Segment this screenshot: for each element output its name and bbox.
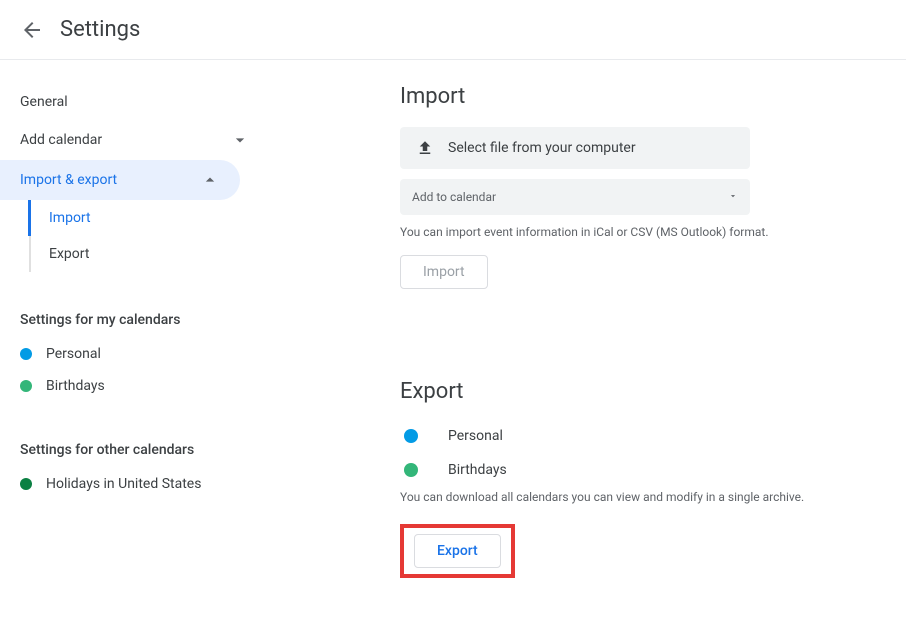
sidebar-sub-import[interactable]: Import — [28, 200, 280, 236]
import-button[interactable]: Import — [400, 255, 488, 289]
calendar-label: Personal — [46, 346, 101, 362]
header: Settings — [0, 0, 906, 60]
sidebar-calendar-holidays[interactable]: Holidays in United States — [20, 468, 280, 500]
calendar-dot-icon — [20, 380, 32, 392]
sidebar-sub-label: Export — [49, 246, 89, 262]
export-help-text: You can download all calendars you can v… — [400, 490, 866, 504]
sidebar-calendar-personal[interactable]: Personal — [20, 338, 280, 370]
calendar-label: Personal — [448, 428, 503, 444]
chevron-up-icon — [200, 170, 220, 190]
sidebar-label: General — [20, 94, 68, 110]
calendar-label: Birthdays — [46, 378, 105, 394]
import-section-title: Import — [400, 84, 866, 109]
sidebar-section-my-calendars: Settings for my calendars — [20, 302, 280, 338]
calendar-label: Holidays in United States — [46, 476, 201, 492]
export-calendar-personal: Personal — [400, 422, 866, 450]
sidebar-sub-label: Import — [49, 210, 91, 226]
dropdown-arrow-icon — [728, 189, 738, 205]
calendar-dot-icon — [404, 463, 418, 477]
back-arrow-icon[interactable] — [20, 18, 44, 42]
upload-icon — [416, 139, 434, 157]
sidebar-sub-export[interactable]: Export — [29, 236, 280, 272]
main-panel: Import Select file from your computer Ad… — [280, 84, 906, 578]
highlight-box: Export — [400, 524, 515, 578]
sidebar-item-general[interactable]: General — [20, 84, 280, 120]
sidebar-label: Import & export — [20, 172, 117, 188]
export-section: Export Personal Birthdays You can downlo… — [400, 379, 866, 578]
page-title: Settings — [60, 17, 140, 42]
add-to-calendar-dropdown[interactable]: Add to calendar — [400, 179, 750, 215]
sidebar-calendar-birthdays[interactable]: Birthdays — [20, 370, 280, 402]
export-calendar-birthdays: Birthdays — [400, 456, 866, 484]
sidebar-item-import-export[interactable]: Import & export — [0, 160, 240, 200]
file-select-button[interactable]: Select file from your computer — [400, 127, 750, 169]
import-help-text: You can import event information in iCal… — [400, 225, 866, 239]
file-select-label: Select file from your computer — [448, 140, 636, 156]
sidebar: General Add calendar Import & export Imp… — [0, 84, 280, 578]
dropdown-label: Add to calendar — [412, 190, 496, 204]
sidebar-label: Add calendar — [20, 132, 102, 148]
calendar-dot-icon — [20, 348, 32, 360]
export-section-title: Export — [400, 379, 866, 404]
sidebar-section-other-calendars: Settings for other calendars — [20, 432, 280, 468]
export-button[interactable]: Export — [414, 534, 501, 568]
calendar-dot-icon — [20, 478, 32, 490]
content: General Add calendar Import & export Imp… — [0, 60, 906, 578]
calendar-label: Birthdays — [448, 462, 507, 478]
sidebar-item-add-calendar[interactable]: Add calendar — [20, 120, 280, 160]
calendar-dot-icon — [404, 429, 418, 443]
sidebar-sub-import-export: Import Export — [26, 200, 280, 272]
chevron-down-icon — [230, 130, 250, 150]
